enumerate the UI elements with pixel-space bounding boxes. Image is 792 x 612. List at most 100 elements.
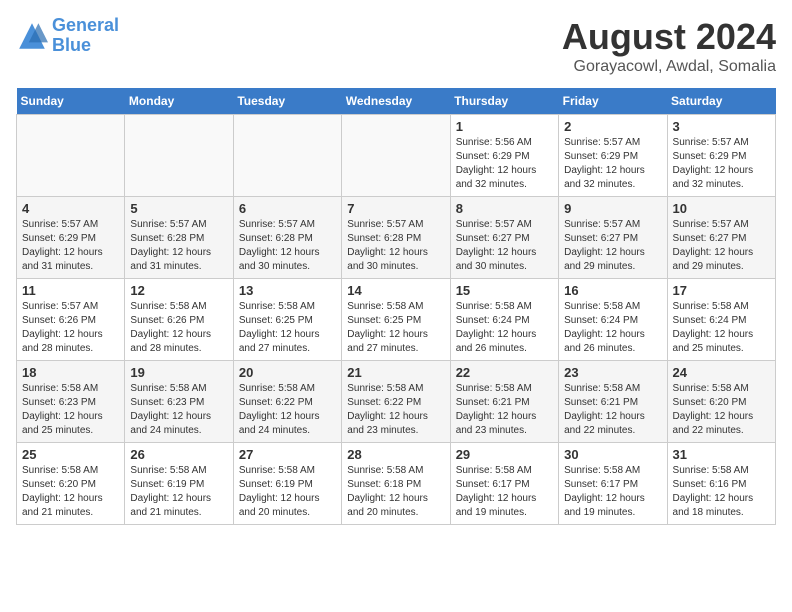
calendar-day: 8Sunrise: 5:57 AM Sunset: 6:27 PM Daylig… bbox=[450, 197, 558, 279]
day-info: Sunrise: 5:57 AM Sunset: 6:29 PM Dayligh… bbox=[564, 136, 661, 192]
empty-day bbox=[342, 115, 450, 197]
calendar-day: 27Sunrise: 5:58 AM Sunset: 6:19 PM Dayli… bbox=[233, 443, 341, 525]
day-number: 30 bbox=[564, 447, 661, 462]
empty-day bbox=[233, 115, 341, 197]
weekday-header: Saturday bbox=[667, 88, 775, 115]
day-number: 2 bbox=[564, 119, 661, 134]
week-row: 18Sunrise: 5:58 AM Sunset: 6:23 PM Dayli… bbox=[17, 361, 776, 443]
day-info: Sunrise: 5:58 AM Sunset: 6:21 PM Dayligh… bbox=[456, 382, 553, 438]
weekday-header: Wednesday bbox=[342, 88, 450, 115]
calendar-day: 9 Sunrise: 5:57 AM Sunset: 6:27 PM Daylig… bbox=[559, 197, 667, 279]
week-row: 25 Sunrise: 5:58 AM Sunset: 6:20 PM Dayli… bbox=[17, 443, 776, 525]
day-number: 24 bbox=[673, 365, 770, 380]
day-number: 23 bbox=[564, 365, 661, 380]
day-number: 27 bbox=[239, 447, 336, 462]
day-number: 29 bbox=[456, 447, 553, 462]
logo-line2: Blue bbox=[52, 35, 91, 55]
day-number: 14 bbox=[347, 283, 444, 298]
day-number: 22 bbox=[456, 365, 553, 380]
logo-text: General Blue bbox=[52, 16, 119, 56]
day-number: 11 bbox=[22, 283, 119, 298]
day-info: Sunrise: 5:58 AM Sunset: 6:25 PM Dayligh… bbox=[347, 300, 444, 356]
logo-line1: General bbox=[52, 15, 119, 35]
calendar-day: 10 Sunrise: 5:57 AM Sunset: 6:27 PM Dayli… bbox=[667, 197, 775, 279]
day-info: Sunrise: 5:58 AM Sunset: 6:23 PM Dayligh… bbox=[130, 382, 227, 438]
logo-icon bbox=[16, 20, 48, 52]
day-number: 1 bbox=[456, 119, 553, 134]
calendar-day: 6Sunrise: 5:57 AM Sunset: 6:28 PM Daylig… bbox=[233, 197, 341, 279]
day-number: 31 bbox=[673, 447, 770, 462]
calendar-day: 30 Sunrise: 5:58 AM Sunset: 6:17 PM Dayli… bbox=[559, 443, 667, 525]
day-info: Sunrise: 5:58 AM Sunset: 6:22 PM Dayligh… bbox=[347, 382, 444, 438]
day-info: Sunrise: 5:58 AM Sunset: 6:24 PM Dayligh… bbox=[564, 300, 661, 356]
day-number: 16 bbox=[564, 283, 661, 298]
day-info: Sunrise: 5:57 AM Sunset: 6:29 PM Dayligh… bbox=[22, 218, 119, 274]
day-number: 12 bbox=[130, 283, 227, 298]
day-number: 8 bbox=[456, 201, 553, 216]
calendar-day: 12 Sunrise: 5:58 AM Sunset: 6:26 PM Dayli… bbox=[125, 279, 233, 361]
title-block: August 2024 Gorayacowl, Awdal, Somalia bbox=[562, 16, 776, 76]
day-info: Sunrise: 5:57 AM Sunset: 6:29 PM Dayligh… bbox=[673, 136, 770, 192]
day-number: 4 bbox=[22, 201, 119, 216]
day-info: Sunrise: 5:57 AM Sunset: 6:26 PM Dayligh… bbox=[22, 300, 119, 356]
weekday-header: Thursday bbox=[450, 88, 558, 115]
weekday-header-row: SundayMondayTuesdayWednesdayThursdayFrid… bbox=[17, 88, 776, 115]
day-number: 10 bbox=[673, 201, 770, 216]
day-number: 5 bbox=[130, 201, 227, 216]
empty-day bbox=[125, 115, 233, 197]
day-info: Sunrise: 5:58 AM Sunset: 6:24 PM Dayligh… bbox=[673, 300, 770, 356]
day-number: 13 bbox=[239, 283, 336, 298]
day-number: 28 bbox=[347, 447, 444, 462]
calendar-day: 22 Sunrise: 5:58 AM Sunset: 6:21 PM Dayli… bbox=[450, 361, 558, 443]
calendar-day: 14 Sunrise: 5:58 AM Sunset: 6:25 PM Dayli… bbox=[342, 279, 450, 361]
day-info: Sunrise: 5:58 AM Sunset: 6:19 PM Dayligh… bbox=[130, 464, 227, 520]
day-info: Sunrise: 5:57 AM Sunset: 6:28 PM Dayligh… bbox=[130, 218, 227, 274]
day-number: 15 bbox=[456, 283, 553, 298]
calendar-day: 31 Sunrise: 5:58 AM Sunset: 6:16 PM Dayli… bbox=[667, 443, 775, 525]
day-info: Sunrise: 5:58 AM Sunset: 6:21 PM Dayligh… bbox=[564, 382, 661, 438]
calendar-day: 4 Sunrise: 5:57 AM Sunset: 6:29 PM Daylig… bbox=[17, 197, 125, 279]
logo: General Blue bbox=[16, 16, 119, 56]
empty-day bbox=[17, 115, 125, 197]
day-number: 7 bbox=[347, 201, 444, 216]
calendar-day: 16 Sunrise: 5:58 AM Sunset: 6:24 PM Dayli… bbox=[559, 279, 667, 361]
calendar-day: 21Sunrise: 5:58 AM Sunset: 6:22 PM Dayli… bbox=[342, 361, 450, 443]
day-info: Sunrise: 5:58 AM Sunset: 6:20 PM Dayligh… bbox=[22, 464, 119, 520]
calendar-day: 13 Sunrise: 5:58 AM Sunset: 6:25 PM Dayli… bbox=[233, 279, 341, 361]
calendar-day: 15 Sunrise: 5:58 AM Sunset: 6:24 PM Dayli… bbox=[450, 279, 558, 361]
day-info: Sunrise: 5:58 AM Sunset: 6:22 PM Dayligh… bbox=[239, 382, 336, 438]
calendar-day: 18Sunrise: 5:58 AM Sunset: 6:23 PM Dayli… bbox=[17, 361, 125, 443]
day-info: Sunrise: 5:58 AM Sunset: 6:17 PM Dayligh… bbox=[456, 464, 553, 520]
day-info: Sunrise: 5:58 AM Sunset: 6:26 PM Dayligh… bbox=[130, 300, 227, 356]
calendar-day: 25 Sunrise: 5:58 AM Sunset: 6:20 PM Dayli… bbox=[17, 443, 125, 525]
calendar-day: 24Sunrise: 5:58 AM Sunset: 6:20 PM Dayli… bbox=[667, 361, 775, 443]
day-number: 9 bbox=[564, 201, 661, 216]
calendar-day: 1 Sunrise: 5:56 AM Sunset: 6:29 PM Daylig… bbox=[450, 115, 558, 197]
calendar-day: 26 Sunrise: 5:58 AM Sunset: 6:19 PM Dayli… bbox=[125, 443, 233, 525]
day-number: 20 bbox=[239, 365, 336, 380]
day-info: Sunrise: 5:57 AM Sunset: 6:28 PM Dayligh… bbox=[347, 218, 444, 274]
weekday-header: Friday bbox=[559, 88, 667, 115]
calendar-day: 3 Sunrise: 5:57 AM Sunset: 6:29 PM Daylig… bbox=[667, 115, 775, 197]
weekday-header: Tuesday bbox=[233, 88, 341, 115]
day-info: Sunrise: 5:58 AM Sunset: 6:16 PM Dayligh… bbox=[673, 464, 770, 520]
calendar-day: 23 Sunrise: 5:58 AM Sunset: 6:21 PM Dayli… bbox=[559, 361, 667, 443]
day-info: Sunrise: 5:58 AM Sunset: 6:23 PM Dayligh… bbox=[22, 382, 119, 438]
day-info: Sunrise: 5:58 AM Sunset: 6:25 PM Dayligh… bbox=[239, 300, 336, 356]
day-number: 3 bbox=[673, 119, 770, 134]
calendar-day: 29 Sunrise: 5:58 AM Sunset: 6:17 PM Dayli… bbox=[450, 443, 558, 525]
day-info: Sunrise: 5:57 AM Sunset: 6:27 PM Dayligh… bbox=[673, 218, 770, 274]
weekday-header: Sunday bbox=[17, 88, 125, 115]
day-number: 25 bbox=[22, 447, 119, 462]
day-info: Sunrise: 5:57 AM Sunset: 6:27 PM Dayligh… bbox=[564, 218, 661, 274]
day-number: 26 bbox=[130, 447, 227, 462]
day-number: 6 bbox=[239, 201, 336, 216]
day-info: Sunrise: 5:56 AM Sunset: 6:29 PM Dayligh… bbox=[456, 136, 553, 192]
month-title: August 2024 bbox=[562, 16, 776, 58]
calendar-day: 17Sunrise: 5:58 AM Sunset: 6:24 PM Dayli… bbox=[667, 279, 775, 361]
week-row: 11 Sunrise: 5:57 AM Sunset: 6:26 PM Dayli… bbox=[17, 279, 776, 361]
calendar-day: 2 Sunrise: 5:57 AM Sunset: 6:29 PM Daylig… bbox=[559, 115, 667, 197]
day-info: Sunrise: 5:58 AM Sunset: 6:17 PM Dayligh… bbox=[564, 464, 661, 520]
day-info: Sunrise: 5:58 AM Sunset: 6:24 PM Dayligh… bbox=[456, 300, 553, 356]
week-row: 4 Sunrise: 5:57 AM Sunset: 6:29 PM Daylig… bbox=[17, 197, 776, 279]
